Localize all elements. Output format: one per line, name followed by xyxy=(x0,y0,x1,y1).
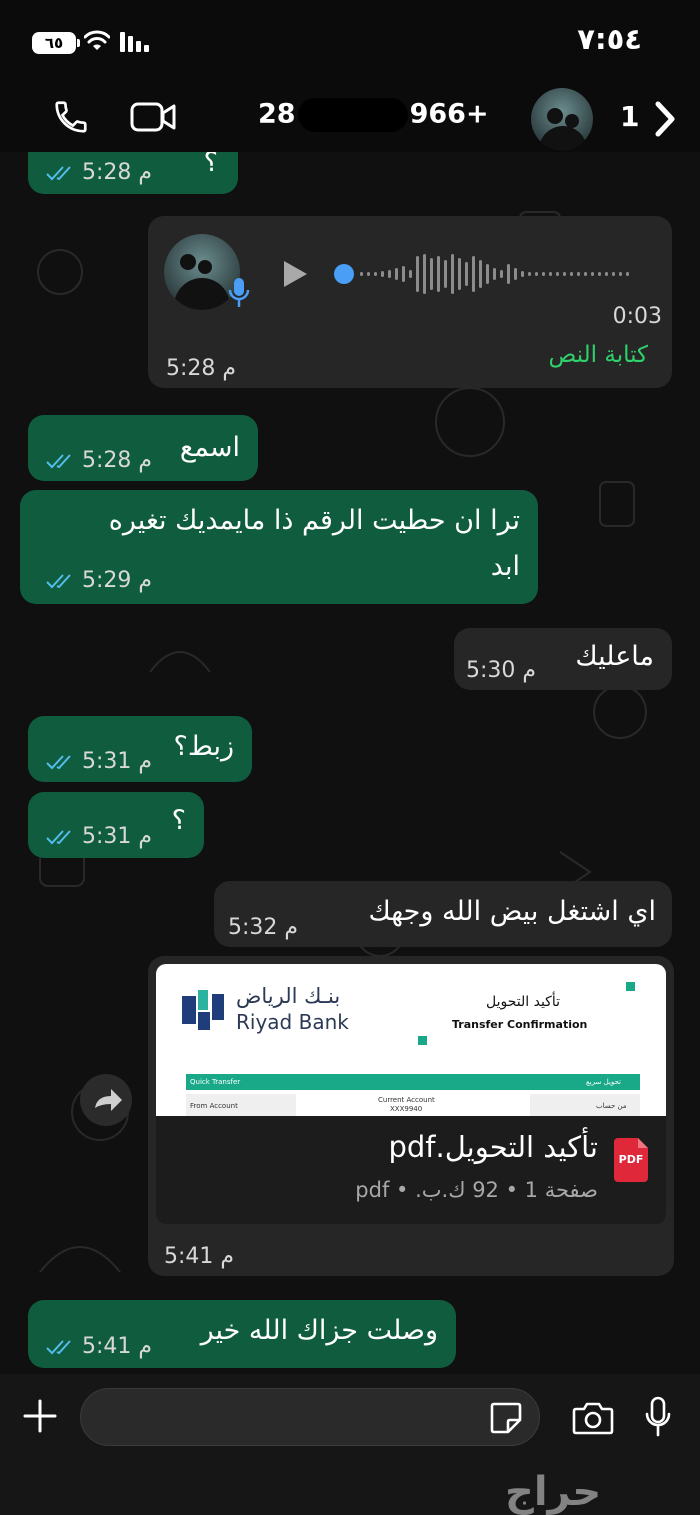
back-chevron-icon[interactable] xyxy=(652,100,678,138)
message-time: 5:32 م xyxy=(228,915,299,940)
message-bubble-outgoing[interactable]: ؟ 5:28 م xyxy=(28,152,238,194)
message-bubble-incoming[interactable]: اي اشتغل بيض الله وجهك 5:32 م xyxy=(214,881,672,947)
message-meta: 5:28 م xyxy=(46,448,152,473)
mic-icon xyxy=(228,278,250,307)
contact-avatar[interactable] xyxy=(531,88,593,150)
read-receipt-icon xyxy=(46,454,71,469)
riyad-bank-logo xyxy=(182,990,224,1030)
camera-icon[interactable] xyxy=(572,1400,614,1436)
message-bubble-outgoing[interactable]: ترا ان حطيت الرقم ذا مايمديك تغيره ابد 5… xyxy=(20,490,538,604)
plus-icon[interactable] xyxy=(22,1398,58,1434)
from-account-en: From Account xyxy=(190,1102,238,1110)
message-bubble-outgoing[interactable]: ؟ 5:31 م xyxy=(28,792,204,858)
message-text-line-1: ترا ان حطيت الرقم ذا مايمديك تغيره xyxy=(108,505,520,536)
contact-phone[interactable]: 28 966+ xyxy=(258,98,489,132)
bank-name-en: Riyad Bank xyxy=(236,1010,349,1034)
battery-indicator: ٦٥ xyxy=(32,32,80,54)
message-time: 5:41 م xyxy=(164,1244,235,1269)
status-time: ٧:٥٤ xyxy=(577,22,642,56)
message-meta: 5:41 م xyxy=(46,1334,152,1359)
wifi-icon xyxy=(84,30,110,50)
quick-transfer-ar: تحويل سريع xyxy=(586,1078,621,1086)
message-text: اسمع xyxy=(179,432,240,463)
microphone-icon[interactable] xyxy=(644,1396,672,1438)
pdf-preview[interactable]: بنـك الرياض Riyad Bank تأكيد التحويل Tra… xyxy=(156,964,666,1116)
document-info-row[interactable]: PDF تأكيد التحويل.pdf صفحة 1 • 92 ك.ب. •… xyxy=(156,1116,666,1224)
message-text: زبط؟ xyxy=(173,731,234,762)
message-text: ماعليك xyxy=(575,641,654,672)
read-receipt-icon xyxy=(46,166,71,181)
video-call-icon[interactable] xyxy=(130,100,176,134)
teal-square xyxy=(626,982,635,991)
read-receipt-icon xyxy=(46,755,71,770)
forward-button[interactable] xyxy=(80,1074,132,1126)
message-meta: 5:29 م xyxy=(46,568,152,593)
redaction-mark xyxy=(297,98,408,132)
message-time: 5:30 م xyxy=(466,658,537,683)
document-message-bubble[interactable]: بنـك الرياض Riyad Bank تأكيد التحويل Tra… xyxy=(148,956,674,1276)
message-bubble-incoming[interactable]: ماعليك 5:30 م xyxy=(454,628,672,690)
message-bubble-outgoing[interactable]: وصلت جزاك الله خير 5:41 م xyxy=(28,1300,456,1368)
account-mask: XXX9940 xyxy=(390,1105,423,1113)
unread-count: 1 xyxy=(620,100,640,133)
message-text-line-2: ابد xyxy=(490,551,520,582)
message-composer: حراج xyxy=(0,1374,700,1515)
document-file-name: تأكيد التحويل.pdf xyxy=(388,1130,598,1164)
document-file-info: صفحة 1 • 92 ك.ب. • pdf xyxy=(355,1178,598,1202)
doc-title-ar: تأكيد التحويل xyxy=(486,994,560,1010)
message-time: 5:28 م xyxy=(166,356,237,381)
top-bar: ٦٥ ٧:٥٤ 28 966+ 1 xyxy=(0,0,700,152)
phone-prefix: 28 xyxy=(258,98,296,130)
bank-name-ar: بنـك الرياض xyxy=(236,984,341,1008)
quick-transfer-bar xyxy=(186,1074,640,1090)
read-receipt-icon xyxy=(46,1340,71,1355)
message-bubble-outgoing[interactable]: زبط؟ 5:31 م xyxy=(28,716,252,782)
phone-suffix: 966+ xyxy=(409,98,489,130)
message-text: ؟ xyxy=(171,805,186,836)
sticker-icon[interactable] xyxy=(488,1400,524,1436)
voice-message-bubble[interactable]: 0:03 كتابة النص 5:28 م xyxy=(148,216,672,388)
from-account-ar: من حساب xyxy=(596,1102,627,1110)
message-meta: 5:31 م xyxy=(46,824,152,849)
teal-square xyxy=(418,1036,427,1045)
chat-area[interactable]: ؟ 5:28 م 0:03 كتابة النص 5:28 م اسمع 5:2… xyxy=(0,152,700,1374)
watermark: حراج xyxy=(505,1469,602,1515)
read-receipt-icon xyxy=(46,830,71,845)
message-input[interactable] xyxy=(80,1388,540,1446)
quick-transfer-en: Quick Transfer xyxy=(190,1078,241,1086)
current-account: Current Account xyxy=(378,1096,435,1104)
signal-icon xyxy=(120,32,149,52)
read-receipt-icon xyxy=(46,574,71,589)
play-icon[interactable] xyxy=(280,258,310,290)
message-meta: 5:28 م xyxy=(46,160,152,185)
message-text: اي اشتغل بيض الله وجهك xyxy=(368,896,656,927)
message-text: ؟ xyxy=(203,152,218,178)
voice-duration: 0:03 xyxy=(612,304,662,329)
voice-waveform[interactable] xyxy=(334,250,650,298)
message-meta: 5:31 م xyxy=(46,749,152,774)
transcribe-button[interactable]: كتابة النص xyxy=(549,342,648,368)
message-bubble-outgoing[interactable]: اسمع 5:28 م xyxy=(28,415,258,481)
forward-icon xyxy=(95,1089,122,1111)
message-text: وصلت جزاك الله خير xyxy=(200,1315,438,1346)
voice-call-icon[interactable] xyxy=(52,98,90,136)
doc-title-en: Transfer Confirmation xyxy=(452,1018,588,1031)
pdf-file-icon: PDF xyxy=(614,1138,648,1182)
